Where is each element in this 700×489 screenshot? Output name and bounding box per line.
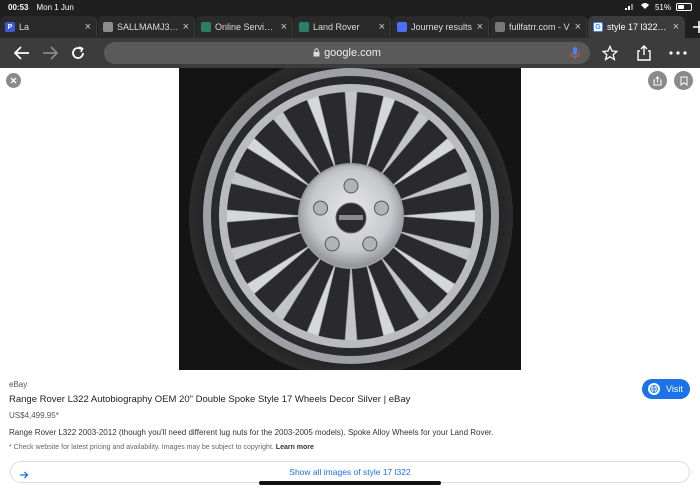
tab-favicon-icon: G	[593, 22, 603, 32]
tab-close-icon[interactable]: ×	[183, 21, 189, 33]
save-image-button[interactable]	[674, 71, 693, 90]
close-icon	[10, 77, 17, 84]
back-arrow-icon	[14, 46, 29, 60]
tab-favicon-icon: P	[5, 22, 15, 32]
microphone-icon[interactable]	[570, 46, 580, 63]
wheel-photo-graphic	[179, 68, 521, 370]
tab-favicon-icon	[299, 22, 309, 32]
tab-close-icon[interactable]: ×	[673, 21, 679, 33]
forward-arrow-icon	[43, 46, 58, 60]
battery-icon	[676, 3, 692, 11]
status-bar: 00:53 Mon 1 Jun 51%	[0, 0, 700, 14]
result-details: eBay Range Rover L322 Autobiography OEM …	[0, 370, 700, 489]
learn-more-link[interactable]: Learn more	[276, 444, 314, 451]
wheel-image[interactable]	[179, 68, 521, 370]
star-icon	[602, 45, 618, 61]
show-all-label: Show all images of style 17 l322	[289, 467, 411, 477]
tab-2[interactable]: Online Service H ×	[196, 16, 293, 38]
arrow-right-icon	[19, 467, 29, 485]
result-title[interactable]: Range Rover L322 Autobiography OEM 20" D…	[9, 394, 410, 405]
browser-toolbar: google.com	[0, 38, 700, 68]
status-time: 00:53	[8, 2, 29, 12]
bookmark-button[interactable]	[596, 40, 624, 66]
home-indicator[interactable]	[259, 481, 441, 485]
tab-title: La	[19, 22, 30, 32]
tab-favicon-icon	[103, 22, 113, 32]
tab-close-icon[interactable]: ×	[85, 21, 91, 33]
back-button[interactable]	[8, 40, 36, 66]
lug-nut	[362, 236, 378, 252]
lug-nut	[324, 236, 340, 252]
more-menu-button[interactable]	[664, 40, 692, 66]
more-dots-icon	[669, 51, 687, 55]
visit-button[interactable]: Visit	[642, 379, 690, 399]
tab-title: fullfatrr.com - V	[509, 22, 570, 32]
lug-nut	[313, 200, 329, 216]
wifi-icon	[640, 2, 650, 12]
notice-text: * Check website for latest pricing and a…	[9, 444, 274, 451]
tab-favicon-icon	[201, 22, 211, 32]
lock-icon	[313, 47, 320, 59]
show-all-images-button[interactable]: Show all images of style 17 l322	[10, 461, 690, 483]
tab-6[interactable]: Gstyle 17 l322 - G ×	[588, 16, 685, 38]
status-date: Mon 1 Jun	[36, 2, 74, 12]
tab-title: Land Rover	[313, 22, 360, 32]
tab-close-icon[interactable]: ×	[379, 21, 385, 33]
reload-button[interactable]	[64, 40, 92, 66]
share-button[interactable]	[630, 40, 658, 66]
tab-5[interactable]: fullfatrr.com - V ×	[490, 16, 587, 38]
share-icon	[653, 75, 662, 85]
visit-label: Visit	[666, 384, 683, 394]
result-source: eBay	[9, 380, 28, 389]
lug-nut	[343, 178, 359, 194]
plus-icon	[693, 21, 700, 33]
page-content: eBay Range Rover L322 Autobiography OEM …	[0, 68, 700, 489]
tab-strip: P La × SALLMAMJ3BA × Online Service H × Land Ro…	[0, 14, 700, 38]
result-description: Range Rover L322 2003-2012 (though you'l…	[9, 428, 494, 437]
tabs-container: P La × SALLMAMJ3BA × Online Service H × Land Ro…	[0, 14, 686, 38]
signal-icon	[624, 2, 635, 12]
bookmark-icon	[680, 76, 687, 86]
reload-icon	[72, 46, 84, 59]
tab-title: SALLMAMJ3BA	[117, 22, 179, 32]
tab-title: Online Service H	[215, 22, 277, 32]
tab-3[interactable]: Land Rover ×	[294, 16, 391, 38]
globe-icon	[648, 383, 660, 395]
result-price: US$4,499.95*	[9, 411, 59, 420]
share-icon	[637, 45, 651, 61]
battery-percent: 51%	[654, 2, 671, 12]
toolbar-actions	[596, 40, 692, 66]
address-bar[interactable]: google.com	[104, 42, 590, 64]
new-tab-button[interactable]	[692, 16, 700, 38]
tab-favicon-icon	[495, 22, 505, 32]
tab-favicon-icon	[397, 22, 407, 32]
share-image-button[interactable]	[648, 71, 667, 90]
close-viewer-button[interactable]	[6, 73, 21, 88]
image-viewer	[0, 68, 700, 370]
status-indicators: 51%	[624, 2, 692, 12]
tab-close-icon[interactable]: ×	[575, 21, 581, 33]
tab-0[interactable]: P La ×	[0, 16, 97, 38]
tab-title: Journey results	[411, 22, 473, 32]
tab-1[interactable]: SALLMAMJ3BA ×	[98, 16, 195, 38]
copyright-notice: * Check website for latest pricing and a…	[9, 444, 314, 451]
address-text: google.com	[324, 47, 381, 59]
tab-4[interactable]: Journey results ×	[392, 16, 489, 38]
tab-close-icon[interactable]: ×	[281, 21, 287, 33]
forward-button[interactable]	[36, 40, 64, 66]
tab-close-icon[interactable]: ×	[477, 21, 483, 33]
tab-title: style 17 l322 - G	[607, 22, 669, 32]
lug-nut	[373, 200, 389, 216]
